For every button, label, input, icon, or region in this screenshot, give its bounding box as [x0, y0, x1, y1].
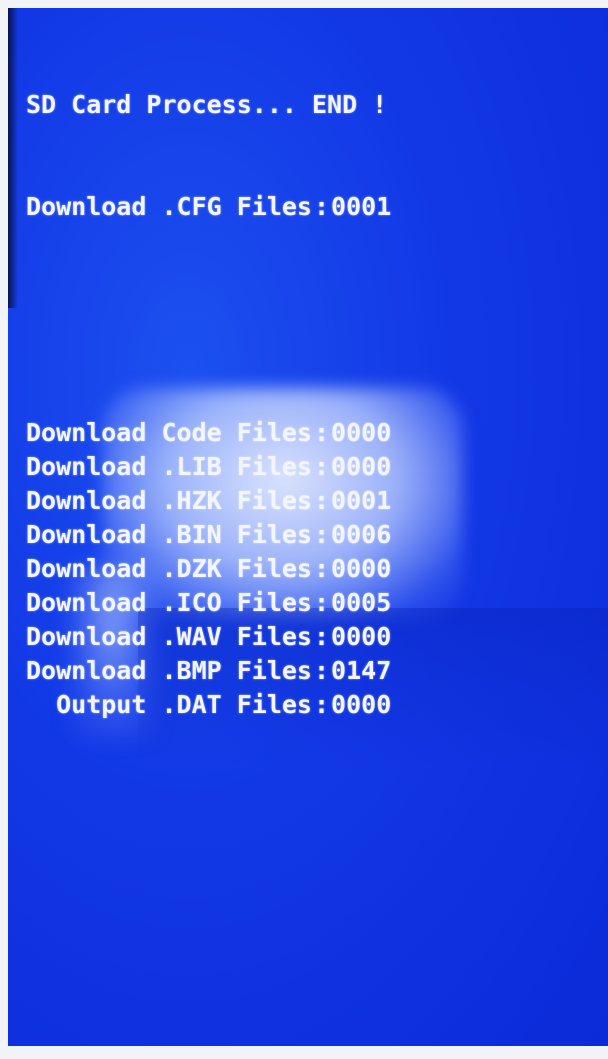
- file-count-value: 0001: [331, 486, 392, 515]
- file-count-separator: :: [313, 554, 330, 583]
- file-type-label: Download .DZK Files: [26, 554, 312, 583]
- file-count-separator: :: [313, 690, 330, 719]
- lcd-screen: SD Card Process... END ! Download .CFG F…: [8, 8, 608, 1046]
- cfg-files-count: 0001: [331, 192, 392, 221]
- file-count-row: Download .ICO Files:0005: [26, 586, 391, 620]
- file-type-label: Download .ICO Files: [26, 588, 312, 617]
- cfg-files-separator: :: [313, 192, 330, 221]
- photo-frame: SD Card Process... END ! Download .CFG F…: [0, 0, 608, 1059]
- file-count-separator: :: [313, 588, 330, 617]
- file-count-separator: :: [313, 656, 330, 685]
- file-count-separator: :: [313, 622, 330, 651]
- blank-gap: [26, 292, 391, 348]
- file-type-label: Download .HZK Files: [26, 486, 312, 515]
- file-count-row: Output .DAT Files:0000: [26, 688, 391, 722]
- file-type-label: Download .WAV Files: [26, 622, 312, 651]
- file-count-separator: :: [313, 418, 330, 447]
- file-type-label: Download .LIB Files: [26, 452, 312, 481]
- file-count-value: 0006: [331, 520, 392, 549]
- file-count-value: 0147: [331, 656, 392, 685]
- sd-card-log: SD Card Process... END ! Download .CFG F…: [26, 20, 391, 790]
- file-count-value: 0000: [331, 622, 392, 651]
- file-count-separator: :: [313, 520, 330, 549]
- file-type-label: Download .BIN Files: [26, 520, 312, 549]
- file-count-row: Download .LIB Files:0000: [26, 450, 391, 484]
- status-line: SD Card Process... END !: [26, 90, 388, 119]
- file-count-row: Download .DZK Files:0000: [26, 552, 391, 586]
- cfg-files-line: Download .CFG Files:0001: [26, 190, 391, 224]
- file-count-row: Download .WAV Files:0000: [26, 620, 391, 654]
- file-count-value: 0005: [331, 588, 392, 617]
- file-count-separator: :: [313, 452, 330, 481]
- file-count-value: 0000: [331, 418, 392, 447]
- file-type-label: Download .BMP Files: [26, 656, 312, 685]
- cfg-files-label: Download .CFG Files: [26, 192, 312, 221]
- file-count-row: Download .BIN Files:0006: [26, 518, 391, 552]
- file-count-row: Download .HZK Files:0001: [26, 484, 391, 518]
- file-count-separator: :: [313, 486, 330, 515]
- bezel-shadow: [8, 8, 18, 308]
- file-count-value: 0000: [331, 690, 392, 719]
- file-count-value: 0000: [331, 554, 392, 583]
- file-count-value: 0000: [331, 452, 392, 481]
- file-type-label: Download Code Files: [26, 418, 312, 447]
- file-type-label: Output .DAT Files: [26, 690, 312, 719]
- file-count-row: Download Code Files:0000: [26, 416, 391, 450]
- file-count-row: Download .BMP Files:0147: [26, 654, 391, 688]
- file-count-list: Download Code Files:0000 Download .LIB Fi…: [26, 416, 391, 722]
